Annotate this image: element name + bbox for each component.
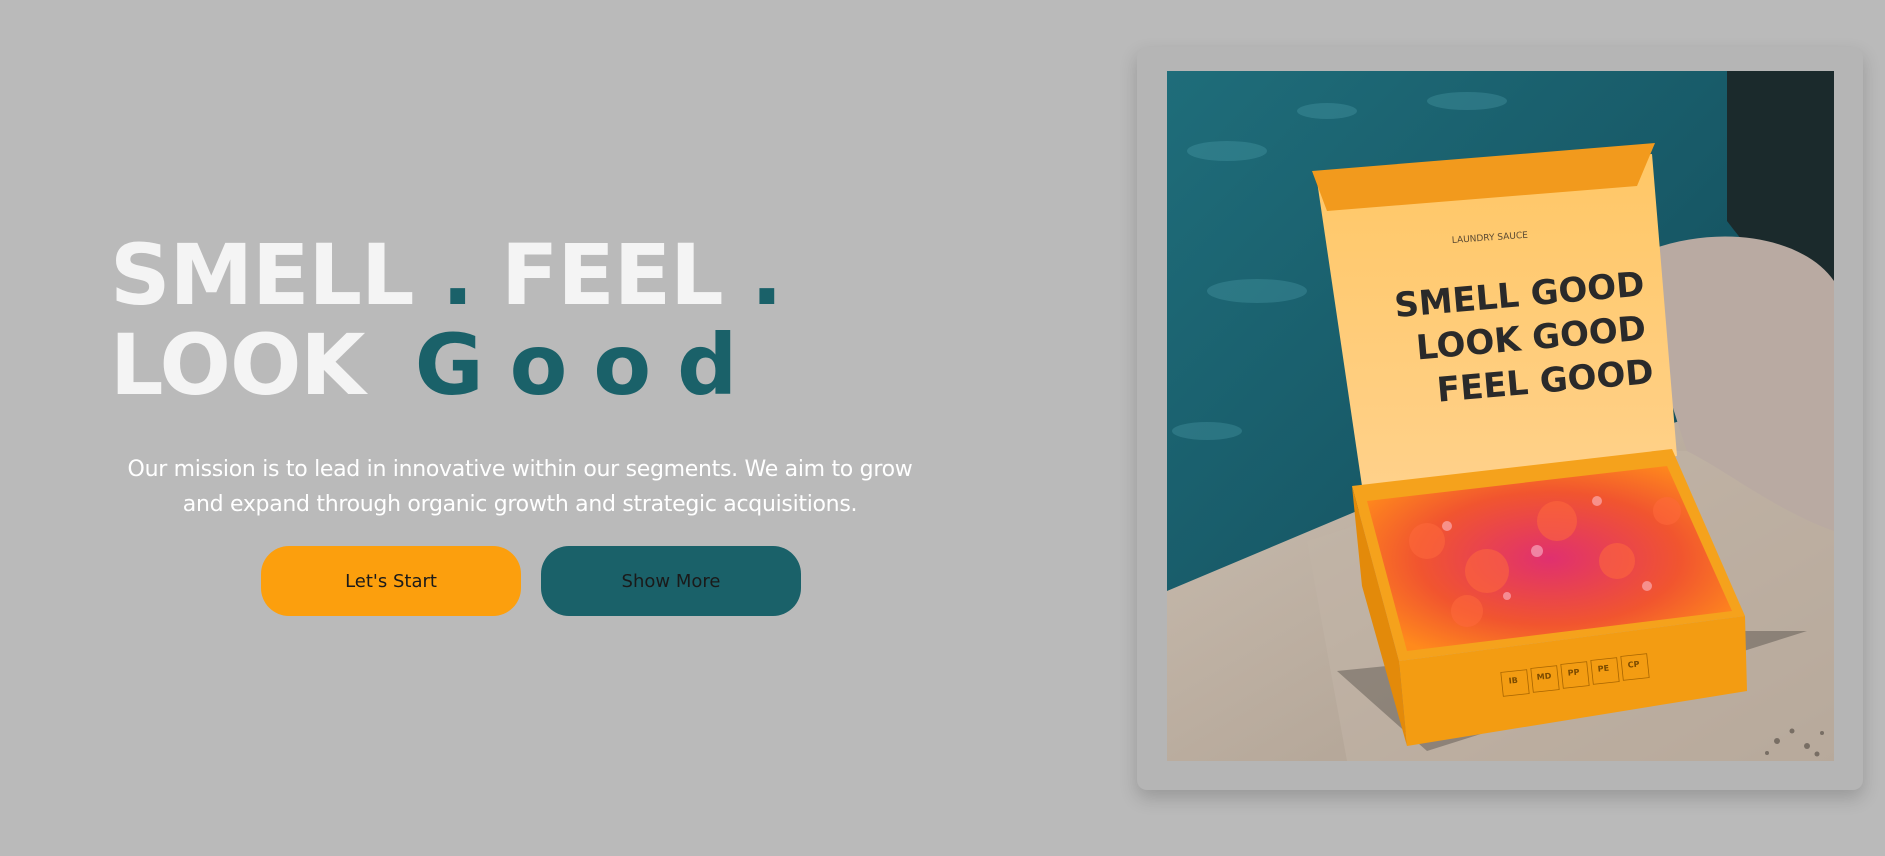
show-more-button[interactable]: Show More bbox=[541, 546, 801, 616]
landing-page: SMELL . FEEL . LOOK Good Our mission is … bbox=[0, 0, 1885, 856]
headline-look: LOOK bbox=[110, 316, 365, 414]
badge-pp: PP bbox=[1567, 668, 1580, 678]
headline-dot: . bbox=[441, 226, 474, 324]
badge-pe: PE bbox=[1597, 664, 1609, 674]
headline-dot: . bbox=[750, 226, 783, 324]
headline-good: Good bbox=[414, 316, 764, 414]
headline-feel: FEEL bbox=[500, 226, 724, 324]
badge-ib: IB bbox=[1508, 676, 1518, 686]
hero-section: SMELL . FEEL . LOOK Good Our mission is … bbox=[110, 230, 930, 522]
product-image-card: LAUNDRY SAUCE SMELL GOOD LOOK GOOD FEEL … bbox=[1137, 47, 1863, 790]
lets-start-button[interactable]: Let's Start bbox=[261, 546, 521, 616]
laundry-box-illustration: LAUNDRY SAUCE SMELL GOOD LOOK GOOD FEEL … bbox=[1167, 71, 1834, 761]
hero-buttons: Let's Start Show More bbox=[261, 546, 801, 616]
badge-cp: CP bbox=[1627, 660, 1640, 670]
mission-statement: Our mission is to lead in innovative wit… bbox=[127, 457, 913, 517]
badge-md: MD bbox=[1536, 671, 1552, 682]
hero-headline: SMELL . FEEL . LOOK Good bbox=[110, 230, 930, 410]
headline-smell: SMELL bbox=[110, 226, 415, 324]
product-photo: LAUNDRY SAUCE SMELL GOOD LOOK GOOD FEEL … bbox=[1167, 71, 1834, 761]
